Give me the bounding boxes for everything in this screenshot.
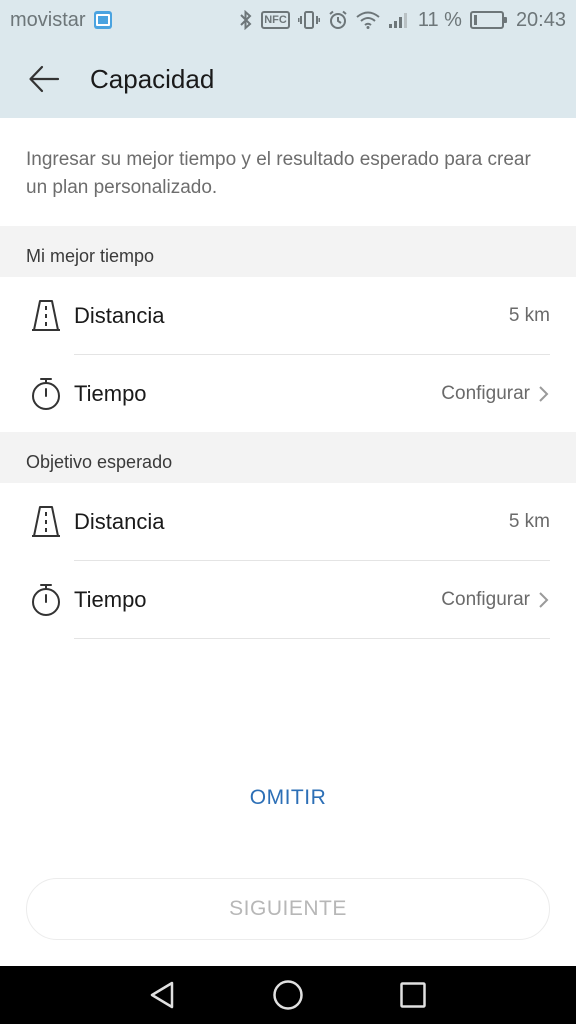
distance-value: 5 km xyxy=(508,305,550,326)
intro-text: Ingresar su mejor tiempo y el resultado … xyxy=(0,118,576,226)
row-best-distance[interactable]: Distancia 5 km xyxy=(0,277,576,355)
row-target-distance[interactable]: Distancia 5 km xyxy=(0,483,576,561)
row-value: Configurar xyxy=(441,589,550,611)
page-title: Capacidad xyxy=(90,63,215,94)
stopwatch-icon xyxy=(26,580,66,620)
vibrate-icon xyxy=(297,10,320,30)
next-button[interactable]: SIGUIENTE xyxy=(26,878,550,940)
battery-level xyxy=(473,15,477,25)
back-button[interactable] xyxy=(14,49,74,109)
square-recents-icon xyxy=(400,982,427,1008)
app-bar: Capacidad xyxy=(0,40,576,118)
row-label: Tiempo xyxy=(74,381,147,406)
chevron-right-icon xyxy=(539,386,549,402)
section-header-best-time: Mi mejor tiempo xyxy=(0,226,576,278)
road-icon xyxy=(26,296,66,336)
carrier-info: movistar xyxy=(10,9,112,32)
arrow-left-icon xyxy=(29,65,60,93)
nav-recents-button[interactable] xyxy=(385,967,441,1023)
alarm-icon xyxy=(328,10,348,30)
chevron-right-icon xyxy=(539,592,549,608)
system-nav-bar xyxy=(0,966,576,1024)
divider xyxy=(74,638,550,639)
carrier-name: movistar xyxy=(10,8,86,31)
row-value: 5 km xyxy=(509,511,550,533)
configure-link: Configurar xyxy=(441,383,530,404)
road-icon xyxy=(26,502,66,542)
status-icons: NFC 11 % 20:43 xyxy=(239,9,566,32)
row-value: Configurar xyxy=(441,383,550,405)
row-label: Distancia xyxy=(74,509,165,534)
nav-home-button[interactable] xyxy=(260,967,316,1023)
row-label: Tiempo xyxy=(74,587,147,612)
triangle-back-icon xyxy=(150,981,173,1009)
status-bar: movistar NFC 11 % 20:43 xyxy=(0,0,576,40)
nfc-icon: NFC xyxy=(261,11,290,29)
row-value: 5 km xyxy=(509,305,550,327)
wifi-icon xyxy=(356,11,380,29)
battery-icon xyxy=(469,11,507,29)
row-best-time[interactable]: Tiempo Configurar xyxy=(0,355,576,433)
stopwatch-icon xyxy=(26,374,66,414)
omit-button[interactable]: OMITIR xyxy=(188,770,388,826)
clock: 20:43 xyxy=(515,8,566,31)
section-header-target: Objetivo esperado xyxy=(0,432,576,484)
nav-back-button[interactable] xyxy=(135,967,191,1023)
circle-home-icon xyxy=(273,980,303,1010)
gallery-notification-icon xyxy=(93,11,112,29)
signal-icon xyxy=(388,11,410,29)
distance-value: 5 km xyxy=(508,511,550,532)
bluetooth-icon xyxy=(239,10,253,30)
row-target-time[interactable]: Tiempo Configurar xyxy=(0,561,576,639)
row-label: Distancia xyxy=(74,303,165,328)
battery-percent: 11 % xyxy=(417,8,462,31)
configure-link: Configurar xyxy=(441,589,530,610)
